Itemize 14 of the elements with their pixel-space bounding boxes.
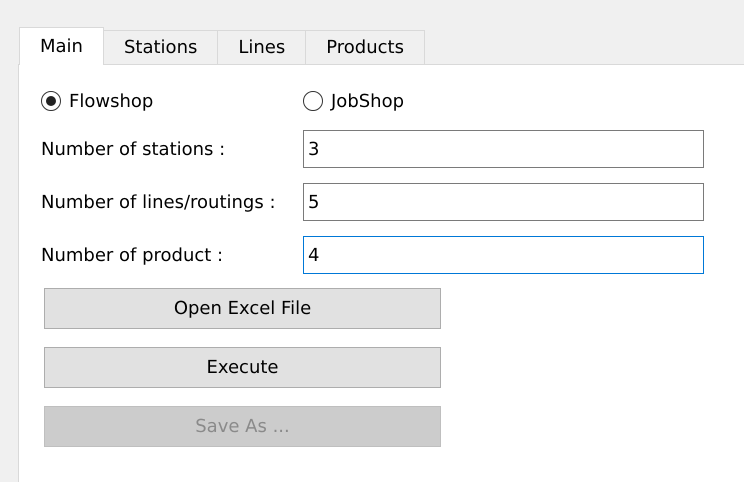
input-field[interactable]: 5: [303, 183, 704, 221]
radio-label[interactable]: Flowshop: [69, 88, 154, 114]
input-field[interactable]: 4: [303, 236, 704, 274]
field-label: Number of product :: [41, 244, 224, 268]
field-label: Number of stations :: [41, 138, 226, 162]
tab[interactable]: Main: [19, 27, 104, 65]
radio-button[interactable]: [41, 91, 61, 111]
input-field[interactable]: 3: [303, 130, 704, 168]
action-button[interactable]: Open Excel File: [44, 288, 441, 329]
field-label: Number of lines/routings :: [41, 190, 277, 214]
action-button[interactable]: Execute: [44, 347, 441, 388]
radio-button[interactable]: [303, 91, 323, 111]
radio-label[interactable]: JobShop: [331, 88, 404, 114]
tab[interactable]: Products: [305, 30, 425, 64]
